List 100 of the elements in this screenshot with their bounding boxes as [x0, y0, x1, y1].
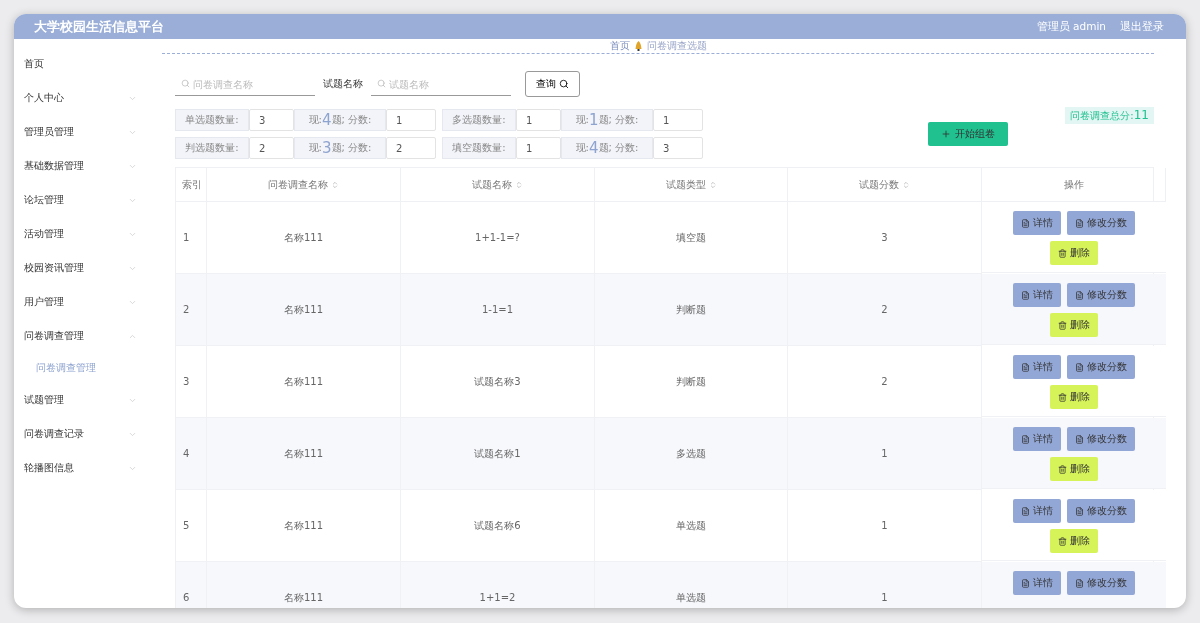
table-cell: 1: [176, 202, 207, 274]
edit-score-button[interactable]: 修改分数: [1067, 571, 1135, 595]
table-cell: 单选题: [595, 490, 788, 562]
delete-button[interactable]: 删除: [1050, 241, 1098, 265]
score-input[interactable]: 1: [653, 109, 703, 131]
document-icon: [1021, 434, 1030, 444]
trash-icon: [1058, 248, 1067, 258]
sidebar-item[interactable]: 轮播图信息: [14, 451, 149, 485]
table-cell: 名称111: [207, 274, 401, 346]
details-button[interactable]: 详情: [1013, 283, 1061, 307]
table-cell: 1+1-1=?: [401, 202, 595, 274]
table-cell: 试题名称6: [401, 490, 595, 562]
table-cell: 2: [176, 274, 207, 346]
trash-icon: [1058, 536, 1067, 546]
document-icon: [1075, 506, 1084, 516]
score-input[interactable]: 3: [653, 137, 703, 159]
plus-icon: [941, 129, 951, 139]
document-icon: [1021, 290, 1030, 300]
breadcrumb-item: 问卷调查选题: [646, 39, 707, 53]
sidebar-item[interactable]: 首页: [14, 47, 149, 81]
document-icon: [1075, 290, 1084, 300]
sidebar-item[interactable]: 问卷调查管理: [14, 319, 149, 353]
trash-icon: [1058, 464, 1067, 474]
edit-score-button[interactable]: 修改分数: [1067, 499, 1135, 523]
table-cell: 1: [788, 490, 982, 562]
table-cell: 多选题: [595, 418, 788, 490]
details-button[interactable]: 详情: [1013, 427, 1061, 451]
edit-score-button[interactable]: 修改分数: [1067, 427, 1135, 451]
table-cell: 单选题: [595, 562, 788, 608]
search-field[interactable]: 试题名称: [371, 74, 511, 96]
delete-button[interactable]: 删除: [1050, 529, 1098, 553]
table-cell: 名称111: [207, 562, 401, 608]
table-cell: 名称111: [207, 490, 401, 562]
table-cell: 名称111: [207, 346, 401, 418]
stat-label: 多选题数量:: [442, 109, 516, 131]
sidebar-item[interactable]: 管理员管理: [14, 115, 149, 149]
table-cell: 2: [788, 346, 982, 418]
sort-icon: [331, 180, 339, 189]
sidebar-item[interactable]: 个人中心: [14, 81, 149, 115]
table-cell: 1-1=1: [401, 274, 595, 346]
delete-button[interactable]: 删除: [1050, 385, 1098, 409]
table-cell: 试题名称1: [401, 418, 595, 490]
field-label: 试题名称: [323, 77, 363, 91]
document-icon: [1075, 578, 1084, 588]
document-icon: [1075, 362, 1084, 372]
document-icon: [1021, 578, 1030, 588]
search-icon: [181, 79, 190, 88]
table-cell: 2: [788, 274, 982, 346]
sort-icon: [902, 180, 910, 189]
document-icon: [1021, 362, 1030, 372]
sidebar-item[interactable]: 用户管理: [14, 285, 149, 319]
search-field[interactable]: 问卷调查名称: [175, 74, 315, 96]
sort-icon: [515, 180, 523, 189]
sidebar-item[interactable]: 活动管理: [14, 217, 149, 251]
details-button[interactable]: 详情: [1013, 571, 1061, 595]
score-input[interactable]: 2: [386, 137, 436, 159]
table-cell: 判断题: [595, 274, 788, 346]
sidebar-item[interactable]: 基础数据管理: [14, 149, 149, 183]
table-cell: 6: [176, 562, 207, 608]
table-cell: 1: [788, 562, 982, 608]
trash-icon: [1058, 320, 1067, 330]
document-icon: [1021, 506, 1030, 516]
query-button[interactable]: 查询: [525, 71, 580, 97]
table-cell: 3: [176, 346, 207, 418]
document-icon: [1075, 218, 1084, 228]
table-cell: 3: [788, 202, 982, 274]
trash-icon: [1058, 392, 1067, 402]
document-icon: [1021, 218, 1030, 228]
table-cell: 1+1=2: [401, 562, 595, 608]
compose-button[interactable]: 开始组卷: [928, 122, 1008, 146]
search-icon: [559, 79, 569, 89]
table-cell: 判断题: [595, 346, 788, 418]
app-title: 大学校园生活信息平台: [34, 17, 165, 36]
stat-label: 判选题数量:: [175, 137, 249, 159]
table-cell: 5: [176, 490, 207, 562]
details-button[interactable]: 详情: [1013, 355, 1061, 379]
delete-button[interactable]: 删除: [1050, 313, 1098, 337]
table-cell: 4: [176, 418, 207, 490]
details-button[interactable]: 详情: [1013, 211, 1061, 235]
stat-label: 单选题数量:: [175, 109, 249, 131]
user-label: 管理员 admin: [1036, 19, 1106, 34]
sidebar-item[interactable]: 问卷调查记录: [14, 417, 149, 451]
details-button[interactable]: 详情: [1013, 499, 1061, 523]
edit-score-button[interactable]: 修改分数: [1067, 355, 1135, 379]
edit-score-button[interactable]: 修改分数: [1067, 211, 1135, 235]
sidebar-item[interactable]: 校园资讯管理: [14, 251, 149, 285]
edit-score-button[interactable]: 修改分数: [1067, 283, 1135, 307]
table-cell: 名称111: [207, 202, 401, 274]
search-icon: [377, 79, 386, 88]
bell-icon: [634, 41, 642, 51]
total-score-badge: 问卷调查总分:11: [1065, 107, 1154, 124]
table-cell: 1: [788, 418, 982, 490]
table-cell: 填空题: [595, 202, 788, 274]
delete-button[interactable]: 删除: [1050, 457, 1098, 481]
sidebar-item[interactable]: 试题管理: [14, 383, 149, 417]
sidebar-item[interactable]: 论坛管理: [14, 183, 149, 217]
sort-icon: [708, 180, 717, 189]
score-input[interactable]: 1: [386, 109, 436, 131]
stat-label: 填空题数量:: [442, 137, 516, 159]
table-cell: 试题名称3: [401, 346, 595, 418]
